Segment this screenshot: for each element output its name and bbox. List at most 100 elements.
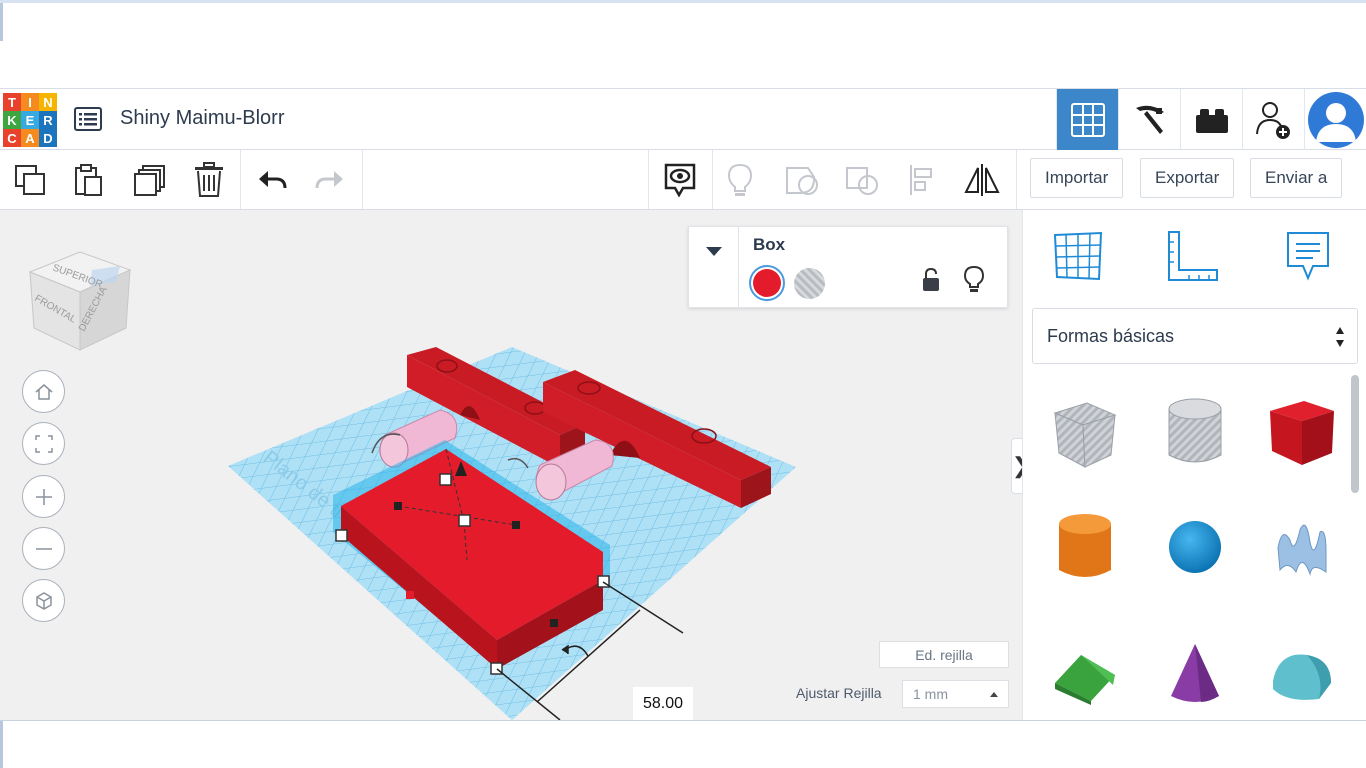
inspector-collapse-button[interactable] [689, 227, 739, 309]
copy-button[interactable] [8, 158, 52, 202]
shape-library-select[interactable]: Formas básicas [1032, 308, 1358, 364]
view-cube[interactable]: SUPERIOR FRONTAL DERECHA [22, 234, 134, 364]
dimension-input[interactable]: 58.00 [633, 687, 693, 720]
shape-box-hole[interactable] [1040, 388, 1130, 478]
logo-letter: I [21, 93, 39, 111]
logo-letter: T [3, 93, 21, 111]
zoom-out-button[interactable] [22, 527, 65, 570]
toolbar-separator [240, 150, 241, 209]
workplane-area[interactable]: Plano de trabajo SUPERIOR FRONTAL DERECH… [0, 210, 1022, 720]
hide-button[interactable] [963, 265, 985, 298]
add-user-icon [1255, 101, 1290, 139]
workplane-tool-button[interactable] [1048, 226, 1108, 286]
ungroup-icon [846, 167, 878, 195]
view-cube-icon: SUPERIOR FRONTAL DERECHA [28, 251, 132, 351]
duplicate-button[interactable] [128, 158, 172, 202]
align-icon [910, 165, 932, 195]
shape-name[interactable]: Box [753, 235, 785, 255]
copy-icon [15, 165, 45, 195]
shape-roof[interactable] [1040, 630, 1130, 720]
shape-round-roof[interactable] [1257, 630, 1347, 720]
design-menu-button[interactable] [72, 103, 104, 135]
shape-sphere[interactable] [1150, 502, 1240, 592]
header-view-switcher [1056, 89, 1366, 150]
sphere-icon [1169, 521, 1221, 573]
3d-design-view-button[interactable] [1056, 89, 1118, 150]
handle-mid-1[interactable] [394, 502, 402, 510]
browser-edge [0, 721, 3, 768]
browser-top-strip [0, 0, 1366, 88]
project-title[interactable]: Shiny Maimu-Blorr [120, 107, 284, 130]
lightbulb-icon [727, 163, 753, 196]
solid-color-button[interactable] [749, 265, 785, 301]
handle-mid-4[interactable] [406, 591, 414, 599]
send-to-button[interactable]: Enviar a [1250, 158, 1343, 198]
cylinder-icon [1059, 514, 1111, 577]
shape-box[interactable] [1257, 388, 1347, 478]
browser-edge [0, 3, 3, 41]
show-all-button[interactable] [718, 158, 762, 202]
workplane-grid-icon [1053, 231, 1103, 281]
cylinder-hole-icon [1168, 398, 1222, 463]
toolbar-separator [648, 150, 649, 209]
perspective-button[interactable] [22, 579, 65, 622]
zoom-in-button[interactable] [22, 475, 65, 518]
home-view-button[interactable] [22, 370, 65, 413]
snap-grid-value: 1 mm [913, 686, 948, 702]
shape-scribble[interactable] [1257, 502, 1347, 592]
invite-user-button[interactable] [1242, 89, 1304, 150]
plus-icon [35, 488, 52, 505]
grid-icon [1070, 102, 1105, 137]
blocks-view-button[interactable] [1118, 89, 1180, 150]
logo-letter: C [3, 129, 21, 147]
paste-button[interactable] [66, 158, 110, 202]
hole-button[interactable] [794, 268, 825, 299]
shape-library-value: Formas básicas [1047, 325, 1175, 346]
user-avatar-icon [1315, 102, 1356, 142]
ruler-tool-button[interactable] [1163, 226, 1223, 286]
mirror-button[interactable] [960, 158, 1004, 202]
notes-button[interactable] [658, 158, 702, 202]
list-icon [74, 107, 102, 131]
align-button[interactable] [900, 158, 944, 202]
import-button[interactable]: Importar [1030, 158, 1124, 198]
logo-letter: K [3, 111, 21, 129]
shape-cylinder-hole[interactable] [1150, 388, 1240, 478]
shape-cone[interactable] [1150, 630, 1240, 720]
delete-button[interactable] [187, 158, 231, 202]
caret-up-icon [990, 692, 998, 697]
export-button[interactable]: Exportar [1140, 158, 1235, 198]
redo-icon [315, 171, 343, 189]
handle-center[interactable] [458, 514, 471, 527]
cube-icon [35, 591, 52, 610]
app-header: TINKERCAD Shiny Maimu-Blorr [0, 88, 1366, 150]
ungroup-button[interactable] [840, 158, 884, 202]
shapes-panel: Formas básicas [1022, 210, 1366, 720]
edit-toolbar: Importar Exportar Enviar a [0, 150, 1366, 210]
pickaxe-icon [1135, 105, 1164, 134]
handle-top[interactable] [439, 473, 452, 486]
user-avatar-button[interactable] [1304, 89, 1366, 150]
group-button[interactable] [780, 158, 824, 202]
handle-mid-2[interactable] [512, 521, 520, 529]
snap-grid-select[interactable]: 1 mm [902, 680, 1009, 708]
edit-grid-button[interactable]: Ed. rejilla [879, 641, 1009, 668]
handle-left[interactable] [335, 529, 348, 542]
red-color-swatch [753, 269, 781, 297]
browser-tab-line [0, 0, 1366, 3]
bricks-view-button[interactable] [1180, 89, 1242, 150]
unlock-icon [923, 267, 939, 291]
shapes-scrollbar[interactable] [1351, 375, 1359, 493]
handle-mid-3[interactable] [550, 619, 558, 627]
redo-button[interactable] [308, 158, 352, 202]
panel-toggle-button[interactable]: ❯ [1011, 438, 1022, 494]
caret-down-icon [705, 247, 722, 256]
shape-cylinder[interactable] [1040, 502, 1130, 592]
fit-view-button[interactable] [22, 422, 65, 465]
notes-tool-button[interactable] [1278, 226, 1338, 286]
tinkercad-logo[interactable]: TINKERCAD [3, 93, 57, 147]
avatar [1307, 91, 1364, 148]
undo-button[interactable] [250, 158, 294, 202]
logo-letter: E [21, 111, 39, 129]
lock-button[interactable] [921, 267, 941, 298]
